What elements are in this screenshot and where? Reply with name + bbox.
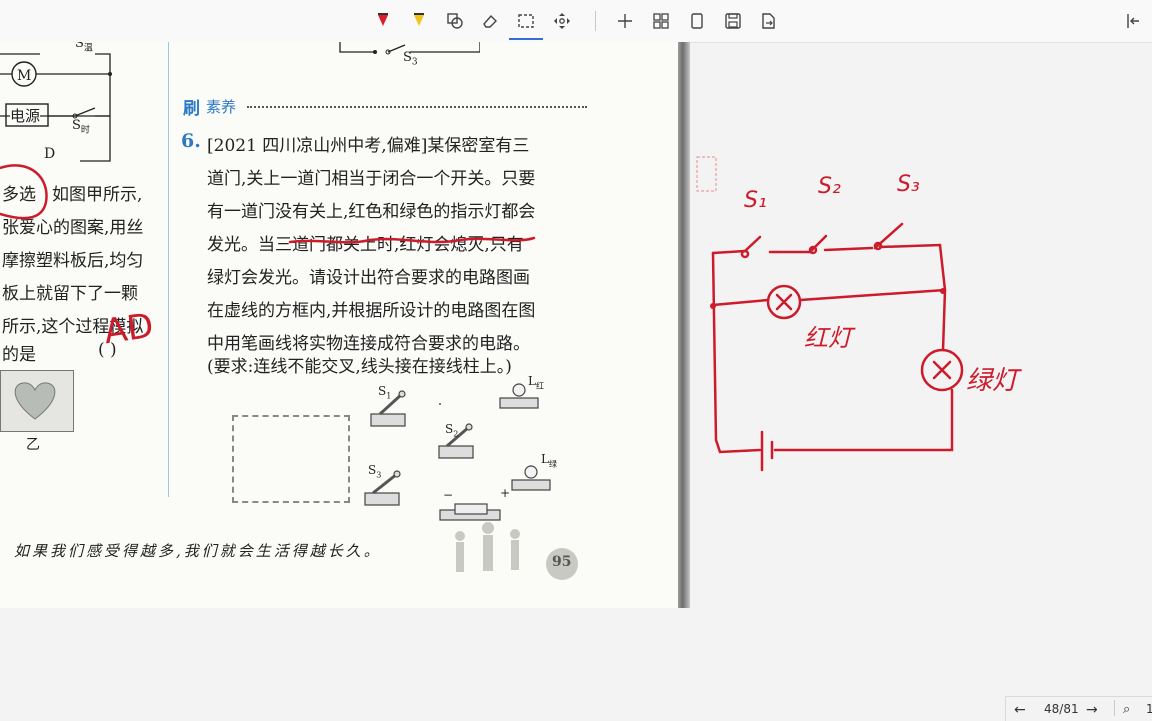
ink-s3-label: S₃ <box>897 172 920 197</box>
prev-page-arrow-icon[interactable]: ← <box>1014 702 1026 718</box>
next-page-arrow-icon[interactable]: → <box>1086 702 1098 718</box>
zoom-icon[interactable]: ⌕ <box>1123 702 1130 717</box>
ink-green-lamp-label: 绿灯 <box>966 366 1019 396</box>
zoom-level[interactable]: 1 <box>1146 702 1152 716</box>
ink-s1-label: S₁ <box>744 188 767 213</box>
ink-s2-label: S₂ <box>818 174 841 199</box>
ink-red-lamp-label: 红灯 <box>804 324 852 352</box>
page-navigation-bar: ← 48/81 → ⌕ 1 <box>1005 696 1152 721</box>
page-indicator: 48/81 <box>1044 702 1079 716</box>
nav-divider <box>1114 700 1115 716</box>
